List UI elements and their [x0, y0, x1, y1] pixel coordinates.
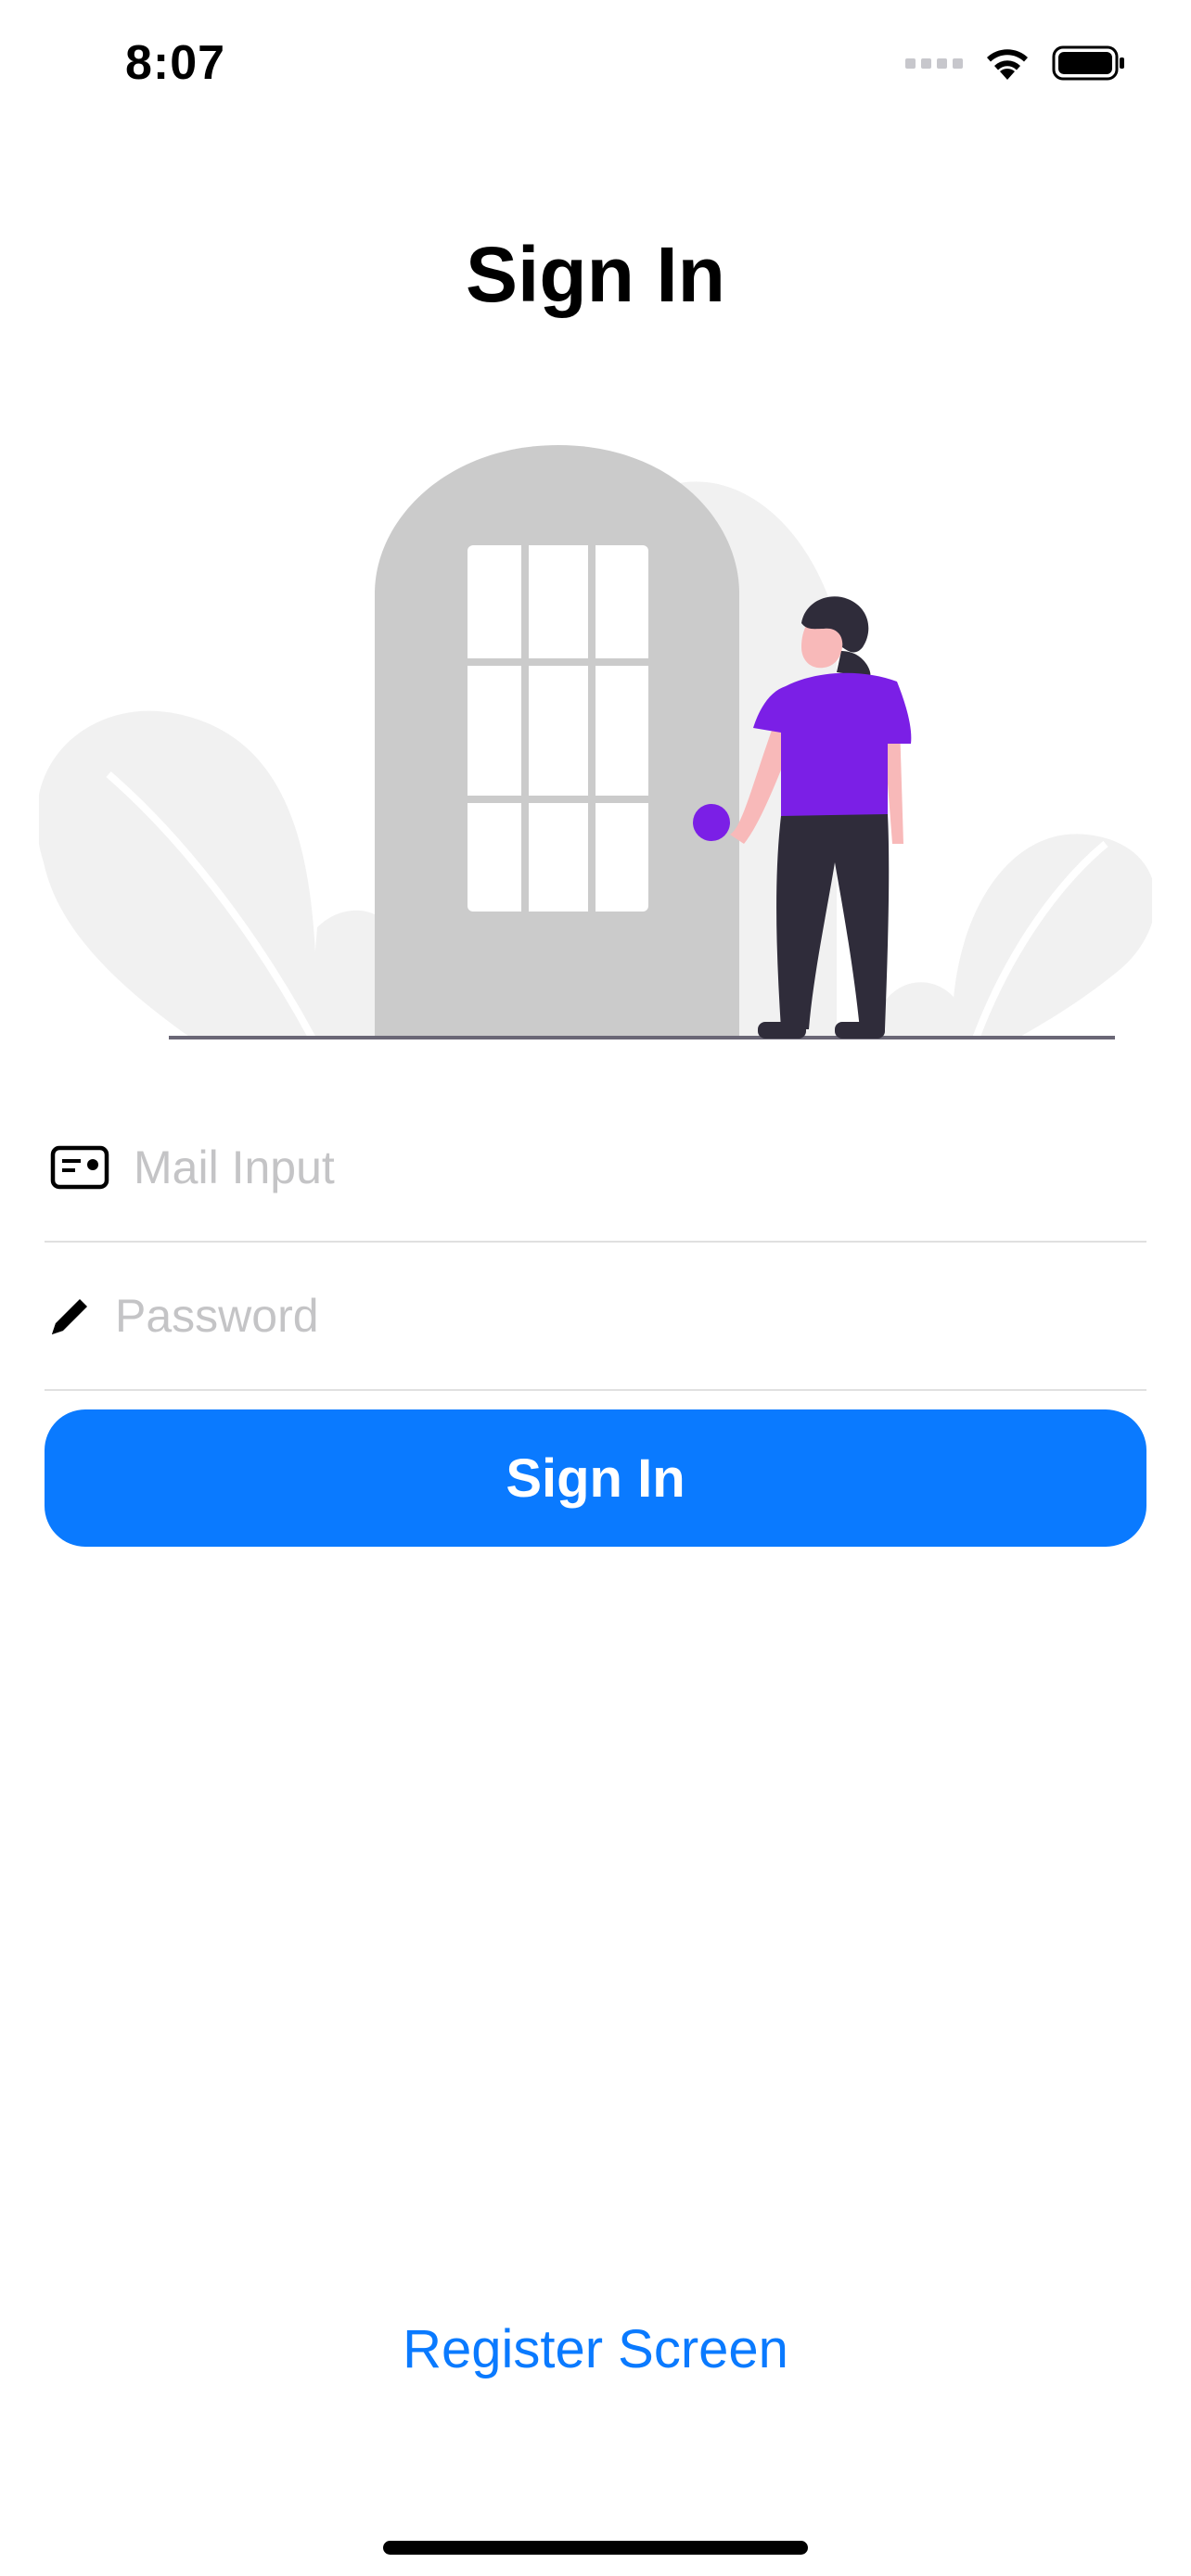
page-title: Sign In: [466, 231, 725, 318]
password-input[interactable]: [115, 1243, 1135, 1389]
id-card-icon: [50, 1145, 109, 1190]
email-field: [45, 1094, 1146, 1243]
sign-in-button[interactable]: Sign In: [45, 1409, 1146, 1547]
ground-line: [169, 1036, 1115, 1039]
pencil-icon: [52, 1299, 87, 1334]
battery-icon: [1052, 45, 1124, 81]
status-time: 8:07: [125, 36, 226, 90]
status-bar: 8:07: [0, 0, 1191, 139]
door: [375, 445, 739, 1039]
password-field: [45, 1243, 1146, 1391]
home-indicator[interactable]: [383, 2541, 808, 2555]
cellular-signal-icon: [905, 58, 963, 69]
register-screen-link[interactable]: Register Screen: [0, 2318, 1191, 2380]
right-plant: [874, 834, 1152, 1040]
left-plant: [39, 710, 414, 1040]
status-icons: [905, 45, 1126, 82]
wifi-icon: [987, 49, 1028, 80]
email-input[interactable]: [134, 1094, 1135, 1241]
hero-illustration: [39, 445, 1152, 1040]
